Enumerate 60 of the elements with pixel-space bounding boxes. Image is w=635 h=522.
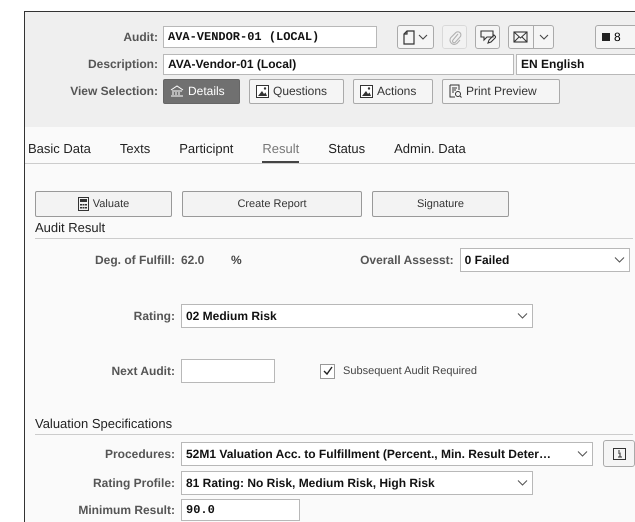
tab[interactable]: Admin. Data — [394, 141, 466, 163]
overall-assessment-dropdown[interactable]: 0 Failed — [460, 248, 630, 272]
field-label: Minimum Result: — [77, 503, 175, 517]
field-label: Procedures: — [104, 446, 175, 460]
minimum-result-field[interactable]: 90.0 — [181, 499, 300, 521]
chevron-down-icon — [517, 313, 528, 319]
tab[interactable]: Basic Data — [28, 141, 91, 163]
section-title: Valuation Specifications — [35, 413, 633, 435]
action-button[interactable]: Valuate — [35, 191, 172, 217]
counter-button[interactable]: 8 — [595, 25, 635, 49]
view-button[interactable]: Actions — [353, 78, 433, 104]
field-label: Rating: — [132, 309, 175, 323]
chevron-down-icon — [577, 450, 588, 456]
field-label: View Selection: — [69, 84, 158, 98]
square-icon — [602, 33, 610, 41]
tab[interactable]: Participnt — [179, 141, 234, 163]
field-label: Next Audit: — [110, 364, 175, 378]
view-button[interactable]: Print Preview — [442, 78, 560, 104]
view-button[interactable]: Details — [163, 78, 240, 104]
chevron-down-icon — [539, 34, 549, 40]
document-search-icon — [449, 84, 462, 98]
field-label: Rating Profile: — [92, 476, 175, 490]
description-field[interactable]: AVA-Vendor-01 (Local) — [163, 54, 514, 74]
action-button[interactable]: Create Report — [182, 191, 362, 217]
audit-field[interactable]: AVA-VENDOR-01 (LOCAL) — [163, 26, 377, 48]
tab[interactable]: Result — [262, 141, 300, 163]
paperclip-icon — [448, 30, 462, 44]
envelope-icon — [513, 31, 528, 43]
document-icon — [403, 30, 415, 44]
percent-unit: % — [231, 253, 242, 267]
language-field[interactable]: EN English — [516, 54, 635, 74]
image-icon — [256, 84, 269, 98]
procedures-dropdown[interactable]: 52M1 Valuation Acc. to Fulfillment (Percent., Min. Result Deter… — [181, 442, 593, 466]
rating-dropdown[interactable]: 02 Medium Risk — [181, 304, 533, 328]
checkbox-label: Subsequent Audit Required — [343, 365, 477, 377]
checkbox[interactable] — [320, 364, 335, 378]
view-button[interactable]: Questions — [249, 78, 344, 104]
section-title: Audit Result — [35, 217, 633, 239]
document-menu-button[interactable] — [397, 25, 434, 49]
chevron-down-icon — [614, 257, 625, 263]
note-pencil-icon — [480, 29, 496, 45]
mail-menu-button[interactable] — [508, 25, 554, 49]
building-icon — [170, 85, 184, 97]
calculator-icon — [78, 197, 89, 211]
rating-profile-dropdown[interactable]: 81 Rating: No Risk, Medium Risk, High Risk — [181, 471, 533, 495]
field-label: Deg. of Fulfill: — [94, 253, 175, 267]
info-button[interactable] — [603, 440, 635, 467]
field-label: Overall Assesst: — [359, 253, 454, 267]
chevron-down-icon — [418, 34, 428, 40]
fulfillment-value: 62.0 — [181, 253, 206, 267]
field-label: Audit: — [122, 30, 158, 44]
next-audit-field[interactable] — [181, 359, 275, 383]
note-edit-button[interactable] — [475, 25, 500, 49]
info-icon — [612, 448, 626, 460]
tab[interactable]: Status — [328, 141, 366, 163]
tab[interactable]: Texts — [120, 141, 150, 163]
field-label: Description: — [86, 57, 158, 71]
chevron-down-icon — [517, 480, 528, 486]
action-button[interactable]: Signature — [372, 191, 509, 217]
image-icon — [360, 84, 373, 98]
